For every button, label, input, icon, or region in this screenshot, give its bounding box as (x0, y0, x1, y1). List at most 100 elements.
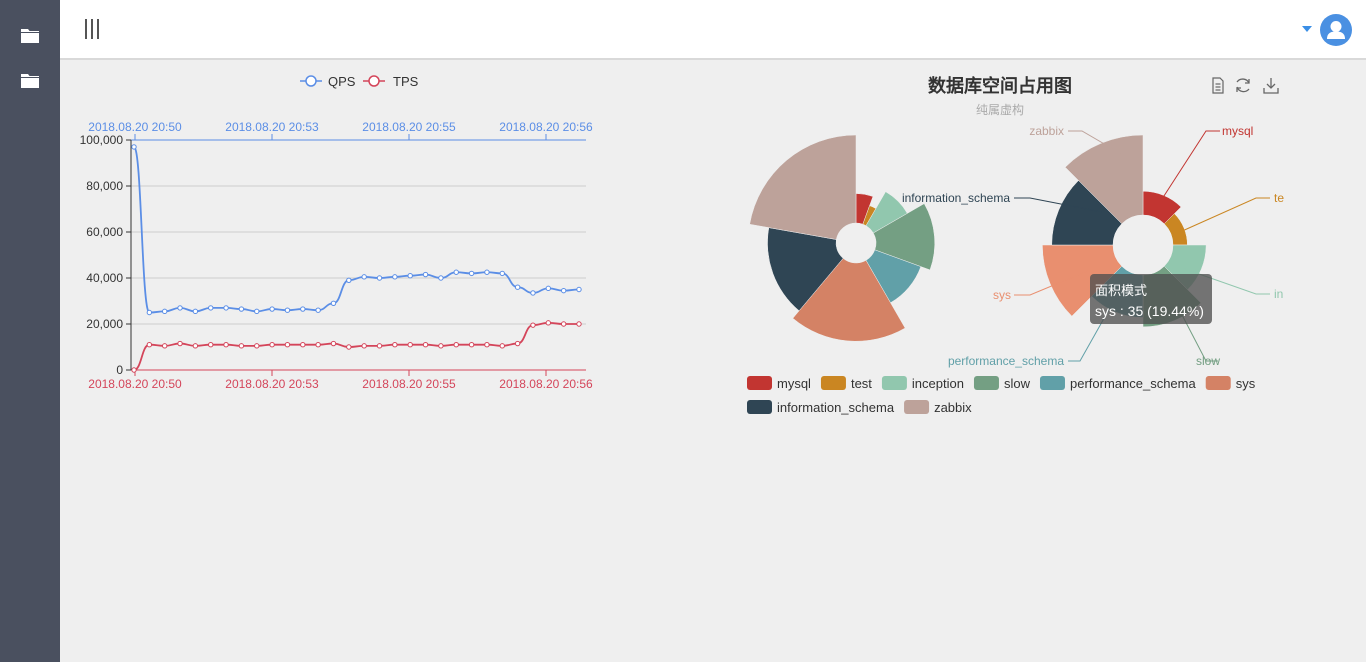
data-point[interactable] (269, 342, 275, 348)
x-axis-top-labels: 2018.08.20 20:50 2018.08.20 20:53 2018.08.… (88, 120, 593, 140)
data-point[interactable] (560, 321, 567, 327)
data-point[interactable] (238, 343, 245, 349)
tooltip-title: 面积模式 (1095, 283, 1148, 298)
data-point[interactable] (284, 342, 291, 348)
data-point[interactable] (192, 343, 199, 349)
data-point[interactable] (192, 308, 199, 315)
series-line-qps (133, 146, 580, 314)
data-point[interactable] (269, 306, 275, 312)
legend-item-information_schema[interactable]: information_schema (747, 400, 895, 415)
data-point[interactable] (238, 306, 245, 312)
legend-swatch (747, 400, 772, 414)
data-point[interactable] (223, 305, 229, 311)
data-view-icon[interactable] (1212, 77, 1224, 94)
data-point[interactable] (177, 305, 183, 311)
y-axis-ticks: 0 20,000 40,000 60,000 80,000 100,000 (80, 133, 131, 377)
data-point[interactable] (422, 271, 429, 278)
data-point[interactable] (484, 269, 490, 275)
data-point[interactable] (346, 277, 352, 284)
legend-label: test (851, 376, 872, 391)
data-point[interactable] (392, 342, 398, 348)
data-point[interactable] (161, 343, 168, 349)
data-point[interactable] (315, 307, 321, 313)
data-point[interactable] (330, 340, 337, 347)
data-point[interactable] (254, 308, 260, 315)
data-point[interactable] (361, 274, 367, 280)
legend-item-mysql[interactable]: mysql (747, 376, 811, 391)
data-point[interactable] (576, 321, 582, 327)
data-point[interactable] (530, 290, 536, 296)
data-point[interactable] (376, 343, 383, 349)
data-point[interactable] (131, 367, 137, 373)
data-point[interactable] (300, 306, 306, 312)
data-point[interactable] (514, 284, 521, 290)
data-point[interactable] (208, 342, 214, 348)
data-point[interactable] (407, 273, 413, 279)
top-navbar (60, 0, 1366, 60)
legend-qps-label[interactable]: QPS (328, 74, 356, 89)
legend-tps-label[interactable]: TPS (393, 74, 419, 89)
label-leader-line (1161, 130, 1220, 200)
pie-tooltip: 面积模式 sys : 35 (19.44%) (1090, 274, 1212, 324)
data-point[interactable] (499, 343, 505, 349)
data-point[interactable] (223, 342, 229, 348)
legend-item-inception[interactable]: inception (881, 376, 964, 391)
x-bottom-tick-label: 2018.08.20 20:50 (88, 377, 182, 391)
legend-item-test[interactable]: test (820, 376, 872, 391)
data-point[interactable] (161, 308, 168, 315)
data-point[interactable] (545, 320, 552, 326)
legend-item-zabbix[interactable]: zabbix (904, 400, 972, 415)
sidebar (0, 0, 60, 662)
data-point[interactable] (208, 305, 214, 311)
data-point[interactable] (346, 344, 352, 350)
data-point[interactable] (453, 269, 459, 275)
data-point[interactable] (330, 300, 337, 307)
data-point[interactable] (177, 340, 183, 347)
pie-chart-title: 数据库空间占用图 (928, 75, 1072, 96)
data-point[interactable] (576, 286, 582, 293)
legend-label: inception (912, 376, 964, 391)
data-point[interactable] (131, 144, 137, 150)
legend-label: slow (1004, 376, 1031, 391)
data-point[interactable] (407, 342, 413, 348)
menu-icon[interactable] (84, 19, 100, 39)
data-point[interactable] (453, 342, 459, 348)
db-space-pie-chart: 数据库空间占用图 纯属虚构 mysqlteinslowperformance_s… (747, 75, 1284, 415)
data-point[interactable] (146, 342, 153, 348)
folder-icon[interactable] (21, 73, 39, 88)
user-icon (1327, 21, 1345, 39)
data-point[interactable] (315, 342, 321, 348)
data-point[interactable] (468, 270, 475, 277)
chevron-down-icon[interactable] (1302, 26, 1312, 33)
folder-icon[interactable] (21, 28, 39, 43)
data-point[interactable] (422, 342, 429, 348)
legend-item-slow[interactable]: slow (973, 376, 1031, 391)
restore-icon[interactable] (1236, 78, 1250, 93)
data-point[interactable] (560, 287, 567, 294)
data-point[interactable] (530, 322, 536, 328)
legend-item-sys[interactable]: sys (1205, 376, 1256, 391)
data-point[interactable] (284, 307, 291, 313)
data-point[interactable] (438, 275, 444, 281)
y-tick-label: 0 (116, 363, 123, 377)
data-point[interactable] (514, 340, 521, 347)
data-point[interactable] (438, 343, 444, 349)
data-point[interactable] (300, 342, 306, 348)
x-top-tick-label: 2018.08.20 20:53 (225, 120, 319, 134)
avatar[interactable] (1320, 14, 1352, 46)
chart-legend[interactable]: QPS TPS (300, 74, 419, 89)
legend-label: performance_schema (1070, 376, 1196, 391)
data-point[interactable] (146, 309, 153, 316)
legend-item-performance_schema[interactable]: performance_schema (1039, 376, 1196, 391)
pie-slice-zabbix[interactable] (749, 134, 857, 240)
data-point[interactable] (392, 274, 398, 280)
data-point[interactable] (484, 342, 490, 348)
y-tick-label: 80,000 (86, 179, 123, 193)
data-point[interactable] (468, 342, 475, 348)
data-point[interactable] (376, 275, 383, 281)
data-point[interactable] (254, 343, 260, 349)
data-point[interactable] (545, 285, 552, 292)
save-image-icon[interactable] (1263, 78, 1279, 94)
data-point[interactable] (499, 270, 505, 277)
data-point[interactable] (361, 343, 367, 349)
